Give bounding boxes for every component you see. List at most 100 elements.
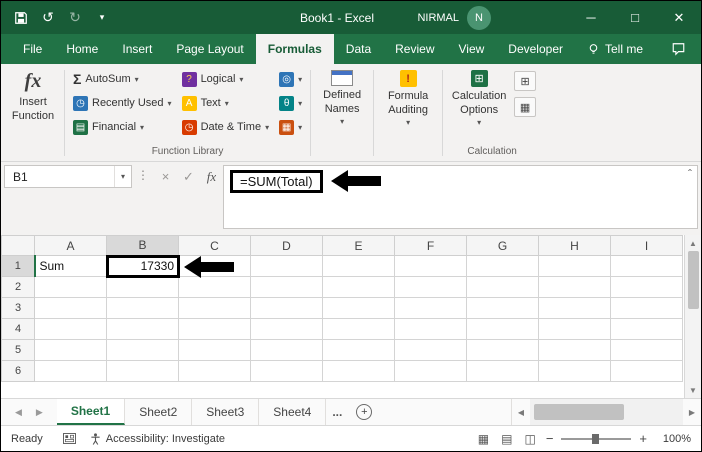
date-time-button[interactable]: ◷ Date & Time ▾ (177, 115, 275, 139)
minimize-button[interactable]: ─ (569, 1, 613, 34)
row-header-3[interactable]: 3 (1, 297, 35, 319)
vertical-scroll-thumb[interactable] (687, 251, 699, 309)
scroll-up-icon[interactable]: ▲ (685, 235, 701, 251)
name-box[interactable]: B1 ▾ (4, 165, 132, 188)
cell[interactable] (250, 339, 323, 361)
cell[interactable] (538, 276, 611, 298)
cell[interactable] (178, 276, 251, 298)
page-break-preview-icon[interactable]: ◫ (524, 432, 535, 446)
cell[interactable] (178, 318, 251, 340)
sheet-tab-sheet3[interactable]: Sheet3 (192, 399, 260, 425)
page-layout-view-icon[interactable]: ▤ (501, 432, 512, 446)
cell[interactable] (322, 297, 395, 319)
cell[interactable] (610, 255, 683, 277)
tab-view[interactable]: View (447, 34, 497, 64)
cell[interactable] (322, 339, 395, 361)
cell[interactable] (538, 255, 611, 277)
cell-b1-selected[interactable]: 17330 (105, 254, 180, 278)
zoom-level[interactable]: 100% (657, 433, 691, 445)
text-button[interactable]: A Text ▾ (177, 91, 275, 115)
collapse-formula-bar-icon[interactable]: ˆ (688, 167, 692, 181)
account-user-name[interactable]: NIRMAL (417, 12, 459, 24)
cell[interactable] (106, 339, 179, 361)
name-box-chevron-icon[interactable]: ▾ (113, 166, 131, 187)
cell[interactable] (610, 318, 683, 340)
zoom-slider[interactable] (561, 433, 632, 444)
zoom-slider-thumb[interactable] (592, 433, 600, 444)
column-header-b[interactable]: B (106, 235, 179, 257)
maximize-button[interactable]: □ (613, 1, 657, 34)
cell[interactable] (34, 276, 107, 298)
tab-review[interactable]: Review (383, 34, 446, 64)
row-header-6[interactable]: 6 (1, 360, 35, 382)
zoom-in-icon[interactable]: + (639, 431, 647, 446)
undo-icon[interactable]: ↺ (40, 9, 56, 26)
cell[interactable] (106, 360, 179, 382)
cancel-entry-icon[interactable]: × (154, 165, 177, 188)
cell[interactable] (538, 318, 611, 340)
tab-home[interactable]: Home (54, 34, 110, 64)
cell[interactable] (106, 276, 179, 298)
cell[interactable] (610, 276, 683, 298)
close-button[interactable]: ✕ (657, 1, 701, 34)
cell[interactable] (394, 360, 467, 382)
insert-function-button[interactable]: fx Insert Function (5, 67, 61, 127)
cell-a1[interactable]: Sum (34, 255, 107, 277)
column-header-i[interactable]: I (610, 235, 683, 256)
logical-button[interactable]: ? Logical ▾ (177, 67, 275, 91)
comments-icon[interactable] (655, 34, 701, 64)
insert-function-fx-icon[interactable]: fx (200, 165, 223, 188)
cell[interactable] (322, 318, 395, 340)
save-icon[interactable] (13, 10, 29, 26)
cell[interactable] (106, 297, 179, 319)
next-sheet-icon[interactable]: ▶ (36, 407, 43, 418)
cell[interactable] (394, 255, 467, 277)
cell[interactable] (538, 339, 611, 361)
cell[interactable] (34, 360, 107, 382)
column-header-g[interactable]: G (466, 235, 539, 256)
financial-button[interactable]: ▤ Financial ▾ (68, 115, 177, 139)
column-header-a[interactable]: A (34, 235, 107, 256)
cell[interactable] (322, 276, 395, 298)
sheet-tabs-overflow[interactable]: ... (326, 399, 348, 425)
cell[interactable] (178, 297, 251, 319)
scroll-left-icon[interactable]: ◀ (512, 408, 530, 417)
tab-page-layout[interactable]: Page Layout (164, 34, 255, 64)
cell[interactable] (466, 339, 539, 361)
customize-quick-access-icon[interactable]: ▾ (94, 10, 110, 26)
sheet-tab-sheet4[interactable]: Sheet4 (259, 399, 327, 425)
cell[interactable] (610, 339, 683, 361)
tab-insert[interactable]: Insert (110, 34, 164, 64)
cell[interactable] (250, 360, 323, 382)
cell[interactable] (322, 255, 395, 277)
calculate-now-button[interactable]: ⊞ (514, 71, 537, 91)
math-trig-button[interactable]: θ ▾ (274, 91, 307, 115)
redo-icon[interactable]: ↻ (67, 9, 83, 26)
cell[interactable] (610, 297, 683, 319)
sheet-tab-sheet1[interactable]: Sheet1 (56, 399, 126, 425)
recently-used-button[interactable]: ◷ Recently Used ▾ (68, 91, 177, 115)
row-header-5[interactable]: 5 (1, 339, 35, 361)
row-header-4[interactable]: 4 (1, 318, 35, 340)
normal-view-icon[interactable]: ▦ (478, 432, 489, 446)
cell[interactable] (394, 276, 467, 298)
macro-record-icon[interactable] (55, 433, 84, 444)
cell[interactable] (250, 255, 323, 277)
user-avatar[interactable]: N (467, 5, 491, 30)
tab-formulas[interactable]: Formulas (255, 34, 334, 64)
cell[interactable] (466, 318, 539, 340)
accessibility-status[interactable]: Accessibility: Investigate (84, 433, 231, 445)
row-header-1[interactable]: 1 (1, 255, 36, 277)
cell[interactable] (106, 318, 179, 340)
calculate-sheet-button[interactable]: ▦ (514, 97, 537, 117)
cell[interactable] (538, 297, 611, 319)
defined-names-button[interactable]: Defined Names ▾ (314, 67, 370, 129)
horizontal-scrollbar[interactable]: ◀ ▶ (511, 399, 701, 425)
lookup-reference-button[interactable]: ◎ ▾ (274, 67, 307, 91)
sheet-tab-sheet2[interactable]: Sheet2 (125, 399, 193, 425)
cell[interactable] (394, 318, 467, 340)
cell[interactable] (394, 339, 467, 361)
scroll-down-icon[interactable]: ▼ (685, 382, 701, 398)
cell[interactable] (34, 318, 107, 340)
previous-sheet-icon[interactable]: ◀ (15, 407, 22, 418)
